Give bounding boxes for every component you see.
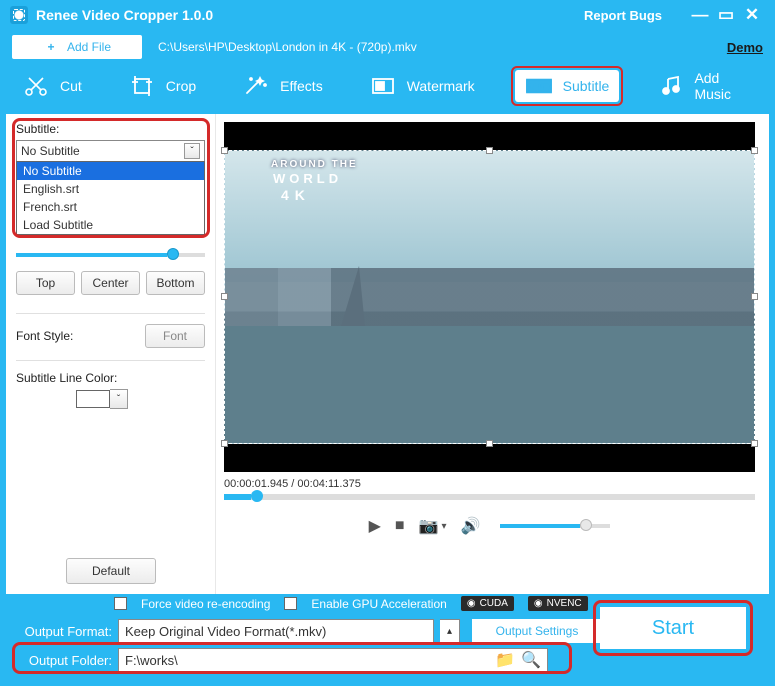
file-path: C:\Users\HP\Desktop\London in 4K - (720p… <box>158 40 417 54</box>
font-button[interactable]: Font <box>145 324 205 348</box>
volume-slider[interactable] <box>500 524 610 528</box>
plus-icon: + <box>43 39 59 55</box>
snapshot-button[interactable]: 📷▾ <box>419 516 447 536</box>
font-style-label: Font Style: <box>16 329 73 343</box>
crop-handle[interactable] <box>751 147 758 154</box>
stop-button[interactable]: ■ <box>395 517 405 535</box>
content-area: Subtitle: No Subtitle ˇ No Subtitle Engl… <box>6 114 769 594</box>
svg-text:SUB: SUB <box>533 83 549 92</box>
add-file-label: Add File <box>67 40 111 54</box>
crop-icon <box>128 74 156 98</box>
tab-watermark[interactable]: Watermark <box>359 70 485 102</box>
color-dropdown-button[interactable]: ˇ <box>110 389 128 409</box>
subtitle-option-none[interactable]: No Subtitle <box>17 162 204 180</box>
align-center-button[interactable]: Center <box>81 271 140 295</box>
watermark-icon <box>369 74 397 98</box>
demo-link[interactable]: Demo <box>727 40 763 55</box>
subtitle-combo-value: No Subtitle <box>21 144 80 158</box>
subtitle-combo[interactable]: No Subtitle ˇ <box>16 140 205 162</box>
bottom-bar: Force video re-encoding Enable GPU Accel… <box>6 594 769 680</box>
app-logo-icon <box>10 6 28 24</box>
music-icon <box>659 74 684 98</box>
color-swatch[interactable] <box>76 390 110 408</box>
start-highlight: Start <box>593 600 753 656</box>
subtitle-option-french[interactable]: French.srt <box>17 198 204 216</box>
maximize-button[interactable]: ▭ <box>713 5 739 25</box>
close-button[interactable]: ✕ <box>739 5 765 25</box>
video-frame[interactable]: AROUND THE WORLD 4K <box>224 122 755 472</box>
video-overlay-text3: 4K <box>281 187 311 203</box>
crop-handle[interactable] <box>486 440 493 447</box>
titlebar: Renee Video Cropper 1.0.0 Report Bugs — … <box>0 0 775 30</box>
report-bugs-link[interactable]: Report Bugs <box>584 8 662 23</box>
cuda-badge: ◉CUDA <box>461 596 514 611</box>
play-button[interactable]: ▶ <box>369 516 381 536</box>
playback-controls: ▶ ■ 📷▾ 🔊 <box>224 516 755 536</box>
output-format-label: Output Format: <box>18 624 112 639</box>
gpu-accel-label: Enable GPU Acceleration <box>311 597 446 611</box>
force-reencode-label: Force video re-encoding <box>141 597 270 611</box>
subtitle-panel: Subtitle: No Subtitle ˇ No Subtitle Engl… <box>6 114 216 594</box>
crop-handle[interactable] <box>221 293 228 300</box>
crop-handle[interactable] <box>751 293 758 300</box>
tab-cut[interactable]: Cut <box>12 70 92 102</box>
preview-panel: AROUND THE WORLD 4K 00:00:01.945 / 00:04… <box>216 114 769 594</box>
tab-add-music[interactable]: Add Music <box>649 66 763 106</box>
output-folder-input[interactable]: F:\works\ 📁 🔍 <box>118 648 548 672</box>
crop-handle[interactable] <box>486 147 493 154</box>
subtitle-dropdown: No Subtitle English.srt French.srt Load … <box>16 161 205 235</box>
output-format-combo[interactable]: Keep Original Video Format(*.mkv) <box>118 619 434 643</box>
line-color-label: Subtitle Line Color: <box>16 371 205 385</box>
scissors-icon <box>22 74 50 98</box>
output-folder-label: Output Folder: <box>18 653 112 668</box>
volume-icon[interactable]: 🔊 <box>461 516 481 536</box>
tab-subtitle[interactable]: SUB Subtitle <box>515 70 620 102</box>
app-title: Renee Video Cropper 1.0.0 <box>36 7 213 23</box>
crop-handle[interactable] <box>221 440 228 447</box>
align-top-button[interactable]: Top <box>16 271 75 295</box>
gpu-accel-checkbox[interactable] <box>284 597 297 610</box>
crop-handle[interactable] <box>221 147 228 154</box>
output-format-dropdown-button[interactable]: ▴ <box>440 619 460 643</box>
crop-region[interactable]: AROUND THE WORLD 4K <box>224 150 755 444</box>
browse-folder-icon[interactable]: 📁 <box>495 650 515 670</box>
subtitle-label: Subtitle: <box>16 122 205 136</box>
seek-slider[interactable] <box>224 494 755 500</box>
subtitle-icon: SUB <box>525 74 553 98</box>
tab-crop[interactable]: Crop <box>118 70 206 102</box>
output-settings-button[interactable]: Output Settings <box>472 619 602 643</box>
subtitle-option-load[interactable]: Load Subtitle <box>17 216 204 234</box>
tool-tabs: Cut Crop Effects Watermark SUB Subtitle … <box>0 64 775 108</box>
tab-subtitle-highlight: SUB Subtitle <box>511 66 624 106</box>
subtitle-option-english[interactable]: English.srt <box>17 180 204 198</box>
time-display: 00:00:01.945 / 00:04:11.375 <box>224 478 755 490</box>
minimize-button[interactable]: — <box>687 5 713 25</box>
wand-icon <box>242 74 270 98</box>
tab-effects[interactable]: Effects <box>232 70 333 102</box>
default-button[interactable]: Default <box>66 558 156 584</box>
chevron-down-icon: ˇ <box>184 143 200 159</box>
crop-handle[interactable] <box>751 440 758 447</box>
video-overlay-text2: WORLD <box>273 171 342 186</box>
nvenc-badge: ◉NVENC <box>528 596 588 611</box>
align-bottom-button[interactable]: Bottom <box>146 271 205 295</box>
start-button[interactable]: Start <box>600 607 746 649</box>
position-slider[interactable] <box>16 253 205 257</box>
add-file-button[interactable]: + Add File <box>12 35 142 59</box>
force-reencode-checkbox[interactable] <box>114 597 127 610</box>
video-overlay-text1: AROUND THE <box>271 159 358 170</box>
top-row: + Add File C:\Users\HP\Desktop\London in… <box>0 30 775 64</box>
search-icon[interactable]: 🔍 <box>521 650 541 670</box>
